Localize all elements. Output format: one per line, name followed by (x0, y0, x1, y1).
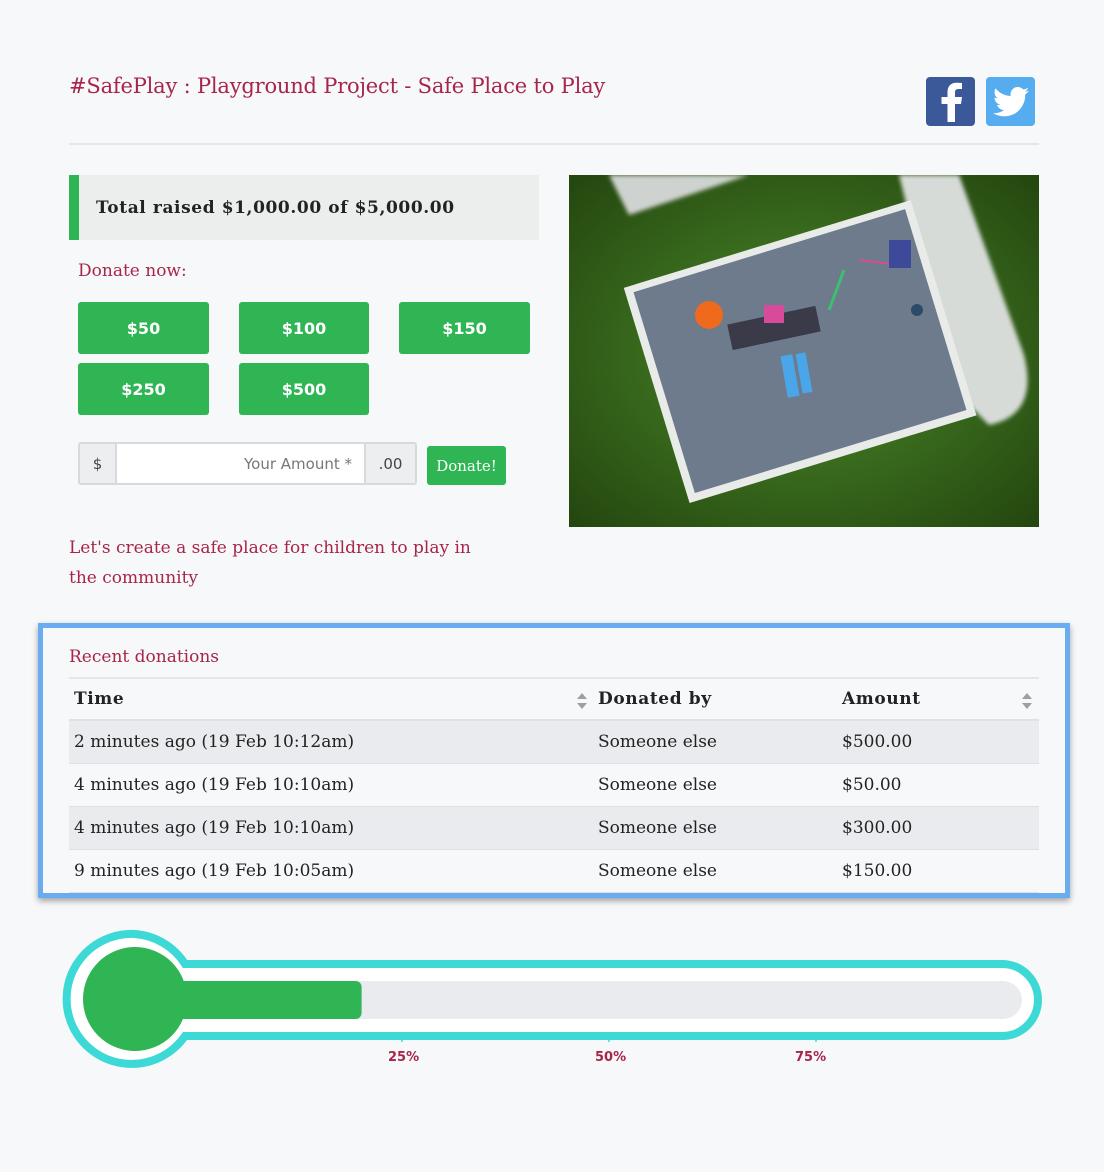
tick-label-50: 50% (595, 1050, 627, 1065)
page: #SafePlay : Playground Project - Safe Pl… (0, 0, 1104, 1172)
tick-label-25: 25% (388, 1050, 420, 1065)
progress-thermometer (62, 929, 1042, 1068)
tick-label-75: 75% (795, 1050, 827, 1065)
thermometer-fill (130, 981, 362, 1019)
